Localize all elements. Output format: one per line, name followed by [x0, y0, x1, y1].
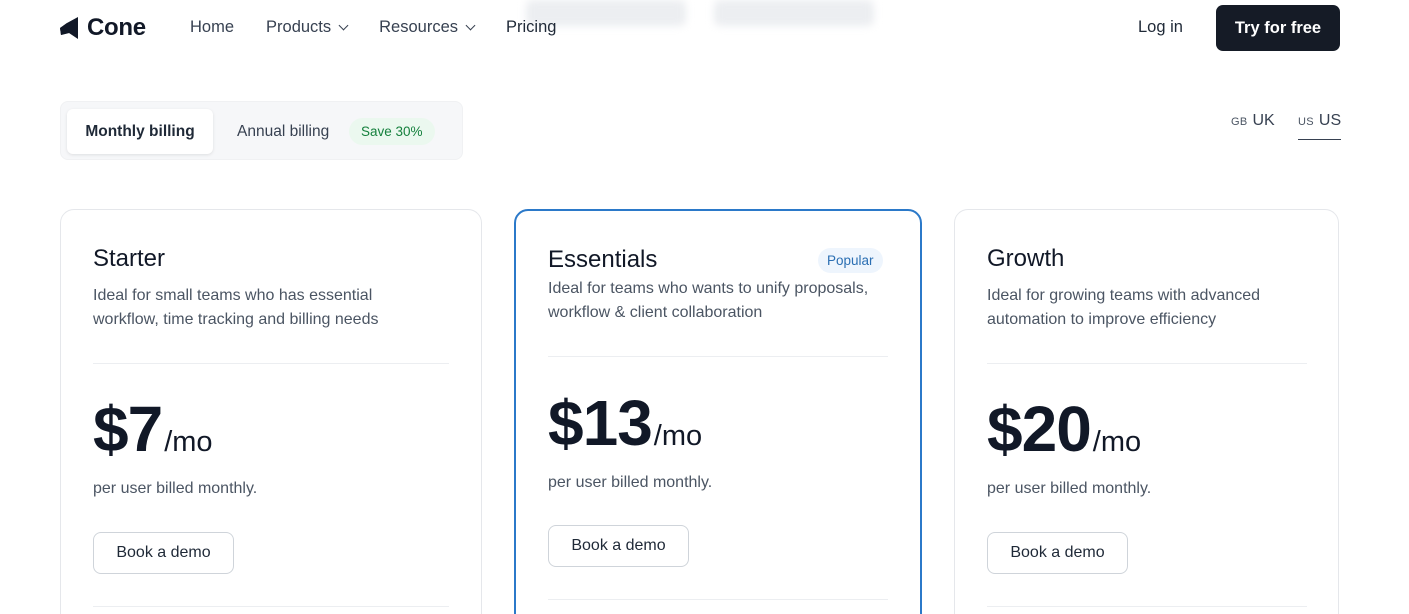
annual-billing-tab[interactable]: Annual billing — [237, 109, 329, 154]
plan-description: Ideal for small teams who has essential … — [93, 287, 379, 328]
plan-price: $20 /mo — [987, 392, 1141, 466]
top-navigation: Cone Home Products Resources Pricing Log… — [0, 0, 1409, 56]
popular-badge: Popular — [818, 248, 883, 273]
region-code: GB — [1231, 116, 1248, 128]
price-unit: /mo — [164, 426, 213, 458]
nav-link-label: Resources — [379, 18, 459, 36]
price-amount: $20 — [987, 393, 1092, 465]
divider — [987, 363, 1307, 364]
cone-logo[interactable]: Cone — [59, 14, 146, 42]
divider — [93, 363, 449, 364]
book-demo-button[interactable]: Book a demo — [93, 532, 234, 574]
price-amount: $7 — [93, 393, 163, 465]
nav-link-label: Home — [190, 18, 235, 36]
divider — [548, 599, 888, 600]
nav-link-products[interactable]: Products — [266, 18, 349, 37]
book-demo-button[interactable]: Book a demo — [987, 532, 1128, 574]
plan-card-essentials: Essentials Popular Ideal for teams who w… — [514, 209, 922, 614]
plan-name: Essentials — [548, 246, 658, 273]
billing-toggle: Monthly billing Annual billing Save 30% — [60, 101, 463, 160]
plan-description: Ideal for teams who wants to unify propo… — [548, 280, 869, 321]
plan-name: Growth — [987, 245, 1065, 272]
region-option-uk[interactable]: GB UK — [1231, 112, 1275, 139]
region-code: US — [1298, 116, 1314, 128]
plan-price: $13 /mo — [548, 386, 702, 460]
price-amount: $13 — [548, 387, 653, 459]
login-link[interactable]: Log in — [1138, 18, 1183, 37]
nav-link-pricing[interactable]: Pricing — [506, 18, 556, 37]
divider — [93, 606, 449, 607]
plan-name: Starter — [93, 245, 166, 272]
price-unit: /mo — [1092, 426, 1142, 458]
divider — [548, 356, 888, 357]
try-for-free-button[interactable]: Try for free — [1216, 5, 1340, 51]
book-demo-button[interactable]: Book a demo — [548, 525, 689, 567]
nav-link-label: Pricing — [506, 18, 557, 36]
price-note: per user billed monthly. — [548, 474, 713, 491]
plan-description: Ideal for growing teams with advanced au… — [987, 287, 1261, 328]
region-label: UK — [1252, 112, 1275, 129]
logo-text: Cone — [87, 14, 146, 41]
price-note: per user billed monthly. — [987, 480, 1152, 497]
blurred-submenu-item — [714, 0, 874, 26]
plan-card-growth: Growth Ideal for growing teams with adva… — [954, 209, 1339, 614]
price-unit: /mo — [653, 420, 703, 452]
plan-price: $7 /mo — [93, 392, 213, 466]
chevron-down-icon — [465, 20, 476, 31]
nav-links: Home Products Resources Pricing — [190, 18, 588, 37]
region-option-us[interactable]: US US — [1298, 112, 1342, 140]
plan-card-starter: Starter Ideal for small teams who has es… — [60, 209, 482, 614]
save-badge: Save 30% — [349, 118, 435, 145]
divider — [987, 606, 1307, 607]
price-note: per user billed monthly. — [93, 480, 258, 497]
nav-link-label: Products — [266, 18, 332, 36]
nav-link-resources[interactable]: Resources — [379, 18, 476, 37]
region-label: US — [1318, 112, 1342, 129]
cone-logo-icon — [60, 17, 78, 39]
monthly-billing-tab[interactable]: Monthly billing — [67, 109, 213, 154]
nav-link-home[interactable]: Home — [190, 18, 234, 37]
chevron-down-icon — [338, 20, 349, 31]
